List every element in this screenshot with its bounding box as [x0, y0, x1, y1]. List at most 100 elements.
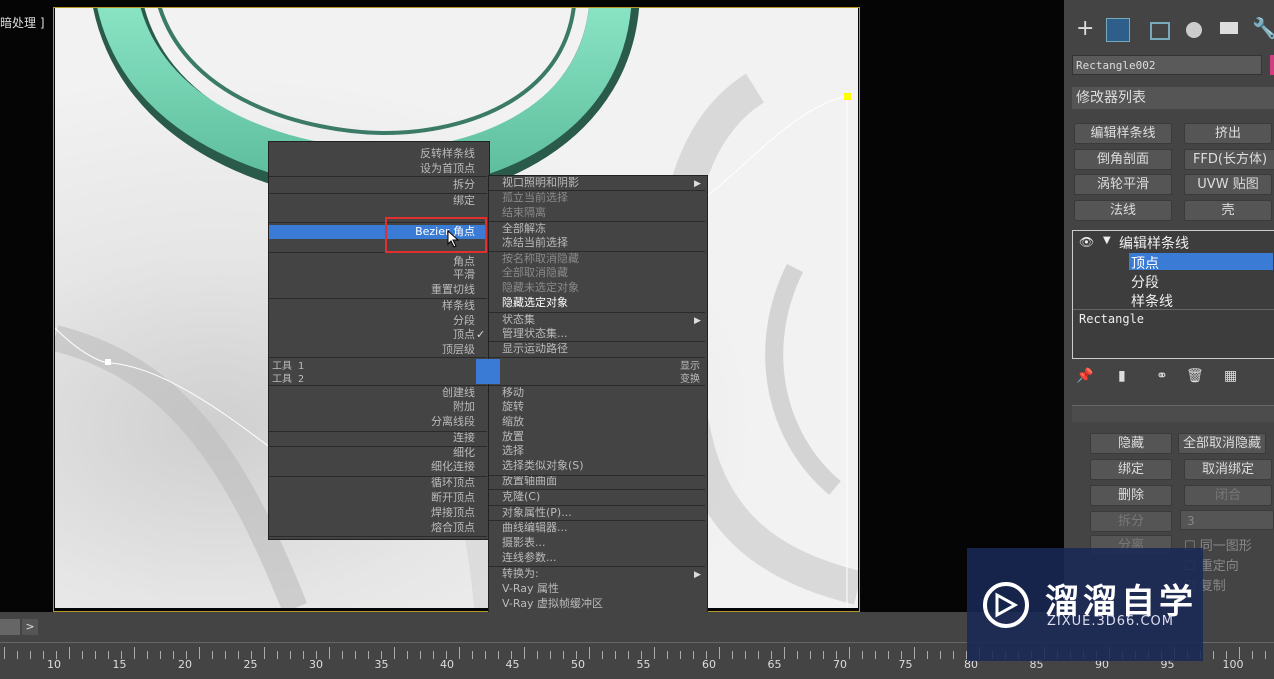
show-end-result-icon[interactable]: ▮	[1118, 368, 1126, 384]
menu-item-right-bottom[interactable]: 连线参数...	[502, 551, 557, 565]
modify-tab-icon[interactable]	[1106, 18, 1130, 42]
menu-item-right[interactable]: 视口照明和阴影	[502, 176, 579, 190]
menu-item-right-bottom[interactable]: 选择	[502, 444, 524, 458]
display-tab-icon[interactable]	[1220, 22, 1238, 34]
menu-item-right[interactable]: 管理状态集...	[502, 327, 568, 341]
menu-item-right-bottom[interactable]: 对象属性(P)...	[502, 506, 572, 520]
menu-item-right[interactable]: 全部取消隐藏	[502, 266, 568, 280]
menu-item-left[interactable]: 拆分	[270, 178, 475, 192]
next-frame-icon[interactable]: >	[22, 619, 38, 635]
menu-item-right[interactable]: 按名称取消隐藏	[502, 252, 579, 266]
menu-item-right-bottom[interactable]: 放置轴曲面	[502, 474, 557, 488]
stack-sub-vertex[interactable]: 顶点	[1131, 253, 1159, 273]
menu-item-right[interactable]: 结束隔离	[502, 206, 546, 220]
menu-item-right-bottom[interactable]: 移动	[502, 386, 524, 400]
remove-modifier-icon[interactable]: 🗑	[1186, 368, 1204, 384]
hierarchy-tab-icon[interactable]	[1150, 22, 1170, 40]
stack-base[interactable]: Rectangle	[1079, 312, 1144, 326]
menu-separator	[269, 476, 487, 477]
make-unique-icon[interactable]: ⚭	[1156, 368, 1168, 384]
menu-item-right[interactable]: 状态集	[502, 313, 535, 327]
menu-item-left-bottom[interactable]: 熔合顶点	[270, 521, 475, 535]
modifier-stack[interactable]: 👁 ▼ 编辑样条线 顶点 分段 样条线 Rectangle	[1072, 230, 1274, 359]
timeline-number: 10	[47, 658, 61, 671]
action-button[interactable]: 取消绑定	[1184, 459, 1272, 480]
menu-item-right-bottom[interactable]: V-Ray 属性	[502, 582, 559, 596]
menu-item-right-bottom[interactable]: 缩放	[502, 415, 524, 429]
modifier-button[interactable]: 挤出	[1184, 123, 1272, 144]
action-button[interactable]: 全部取消隐藏	[1178, 433, 1266, 454]
viewport[interactable]: 暗处理 ] 反转样条线 设为首顶点 拆分 绑定 角点 平滑 重置切线 样条线 分…	[0, 0, 1064, 612]
stack-sub-segment[interactable]: 分段	[1131, 272, 1159, 292]
menu-item-left-bottom[interactable]: 创建线	[270, 386, 475, 400]
eye-icon[interactable]: 👁	[1079, 235, 1094, 249]
object-name-field[interactable]: Rectangle002	[1072, 55, 1262, 75]
time-slider[interactable]	[0, 619, 20, 635]
quad-center[interactable]	[476, 359, 500, 384]
menu-item-right-bottom[interactable]: 转换为:	[502, 567, 539, 581]
menu-item-right[interactable]: 隐藏未选定对象	[502, 281, 579, 295]
menu-item-right-bottom[interactable]: 选择类似对象(S)	[502, 459, 584, 473]
menu-item-right-bottom[interactable]: 曲线编辑器...	[502, 521, 568, 535]
action-button[interactable]: 闭合	[1184, 485, 1272, 506]
timeline-tick	[732, 651, 733, 659]
menu-item-left-bottom[interactable]: 连接	[270, 431, 475, 445]
tool-1-label[interactable]: 工具 1	[272, 360, 304, 374]
menu-item-left[interactable]: 角点	[270, 255, 475, 269]
menu-item-right-bottom[interactable]: 克隆(C)	[502, 490, 540, 504]
utilities-tab-icon[interactable]: 🔧	[1252, 16, 1274, 40]
action-button[interactable]: 删除	[1090, 485, 1172, 506]
menu-item-right[interactable]: 显示运动路径	[502, 342, 568, 356]
stack-modifier[interactable]: 编辑样条线	[1119, 233, 1189, 253]
modifier-list-dropdown[interactable]: 修改器列表	[1072, 87, 1274, 109]
menu-item-right[interactable]: 冻结当前选择	[502, 236, 568, 250]
timeline-tick	[4, 647, 5, 659]
menu-item-left[interactable]: 重置切线	[270, 283, 475, 297]
tool-display-label[interactable]: 显示	[680, 360, 700, 374]
modifier-button[interactable]: 编辑样条线	[1074, 123, 1172, 144]
menu-item-left[interactable]: 分段	[270, 314, 475, 328]
menu-item-left-bottom[interactable]: 附加	[270, 400, 475, 414]
menu-item-left[interactable]: 平滑	[270, 268, 475, 282]
menu-item-left[interactable]: 设为首顶点	[270, 162, 475, 176]
viewport-label[interactable]: 暗处理 ]	[0, 14, 45, 31]
configure-sets-icon[interactable]: ▦	[1224, 368, 1237, 384]
menu-item-bezier-corner[interactable]: Bezier 角点	[270, 225, 475, 239]
menu-item-right[interactable]: 全部解冻	[502, 222, 546, 236]
pin-stack-icon[interactable]: 📌	[1076, 368, 1093, 384]
stack-sub-spline[interactable]: 样条线	[1131, 291, 1173, 311]
menu-item-right-bottom[interactable]: 旋转	[502, 400, 524, 414]
menu-item-right[interactable]: 孤立当前选择	[502, 191, 568, 205]
modifier-button[interactable]: 壳	[1184, 200, 1272, 221]
timeline-tick	[745, 651, 746, 659]
modifier-button[interactable]: UVW 贴图	[1184, 174, 1272, 195]
menu-item-right-bottom[interactable]: 放置	[502, 430, 524, 444]
object-color-swatch[interactable]	[1270, 55, 1274, 75]
menu-item-right-bottom[interactable]: V-Ray 虚拟帧缓冲区	[502, 597, 603, 611]
modifier-button[interactable]: 倒角剖面	[1074, 149, 1172, 170]
menu-item-left[interactable]: 顶点	[270, 328, 475, 342]
menu-item-left[interactable]: 绑定	[270, 194, 475, 208]
timeline-tick	[1213, 651, 1214, 659]
menu-item-left[interactable]: 样条线	[270, 299, 475, 313]
action-button[interactable]: 绑定	[1090, 459, 1172, 480]
menu-item-left[interactable]: 顶层级	[270, 343, 475, 357]
expand-arrow-icon[interactable]: ▼	[1103, 235, 1111, 246]
menu-item-left-bottom[interactable]: 细化连接	[270, 460, 475, 474]
action-button[interactable]: 拆分	[1090, 511, 1172, 532]
menu-item-right[interactable]: 隐藏选定对象	[502, 296, 568, 310]
modifier-button[interactable]: 涡轮平滑	[1074, 174, 1172, 195]
menu-item-left[interactable]: 反转样条线	[270, 147, 475, 161]
action-button[interactable]: 隐藏	[1090, 433, 1172, 454]
menu-item-left-bottom[interactable]: 焊接顶点	[270, 506, 475, 520]
menu-item-right-bottom[interactable]: 摄影表...	[502, 536, 546, 550]
menu-item-left-bottom[interactable]: 断开顶点	[270, 491, 475, 505]
motion-tab-icon[interactable]	[1186, 22, 1202, 38]
modifier-button[interactable]: 法线	[1074, 200, 1172, 221]
modifier-button[interactable]: FFD(长方体)	[1184, 149, 1274, 170]
split-spinner[interactable]: 3	[1180, 510, 1274, 530]
menu-item-left-bottom[interactable]: 循环顶点	[270, 476, 475, 490]
menu-item-left-bottom[interactable]: 分离线段	[270, 415, 475, 429]
menu-item-left-bottom[interactable]: 细化	[270, 446, 475, 460]
create-tab-icon[interactable]: +	[1076, 16, 1094, 41]
